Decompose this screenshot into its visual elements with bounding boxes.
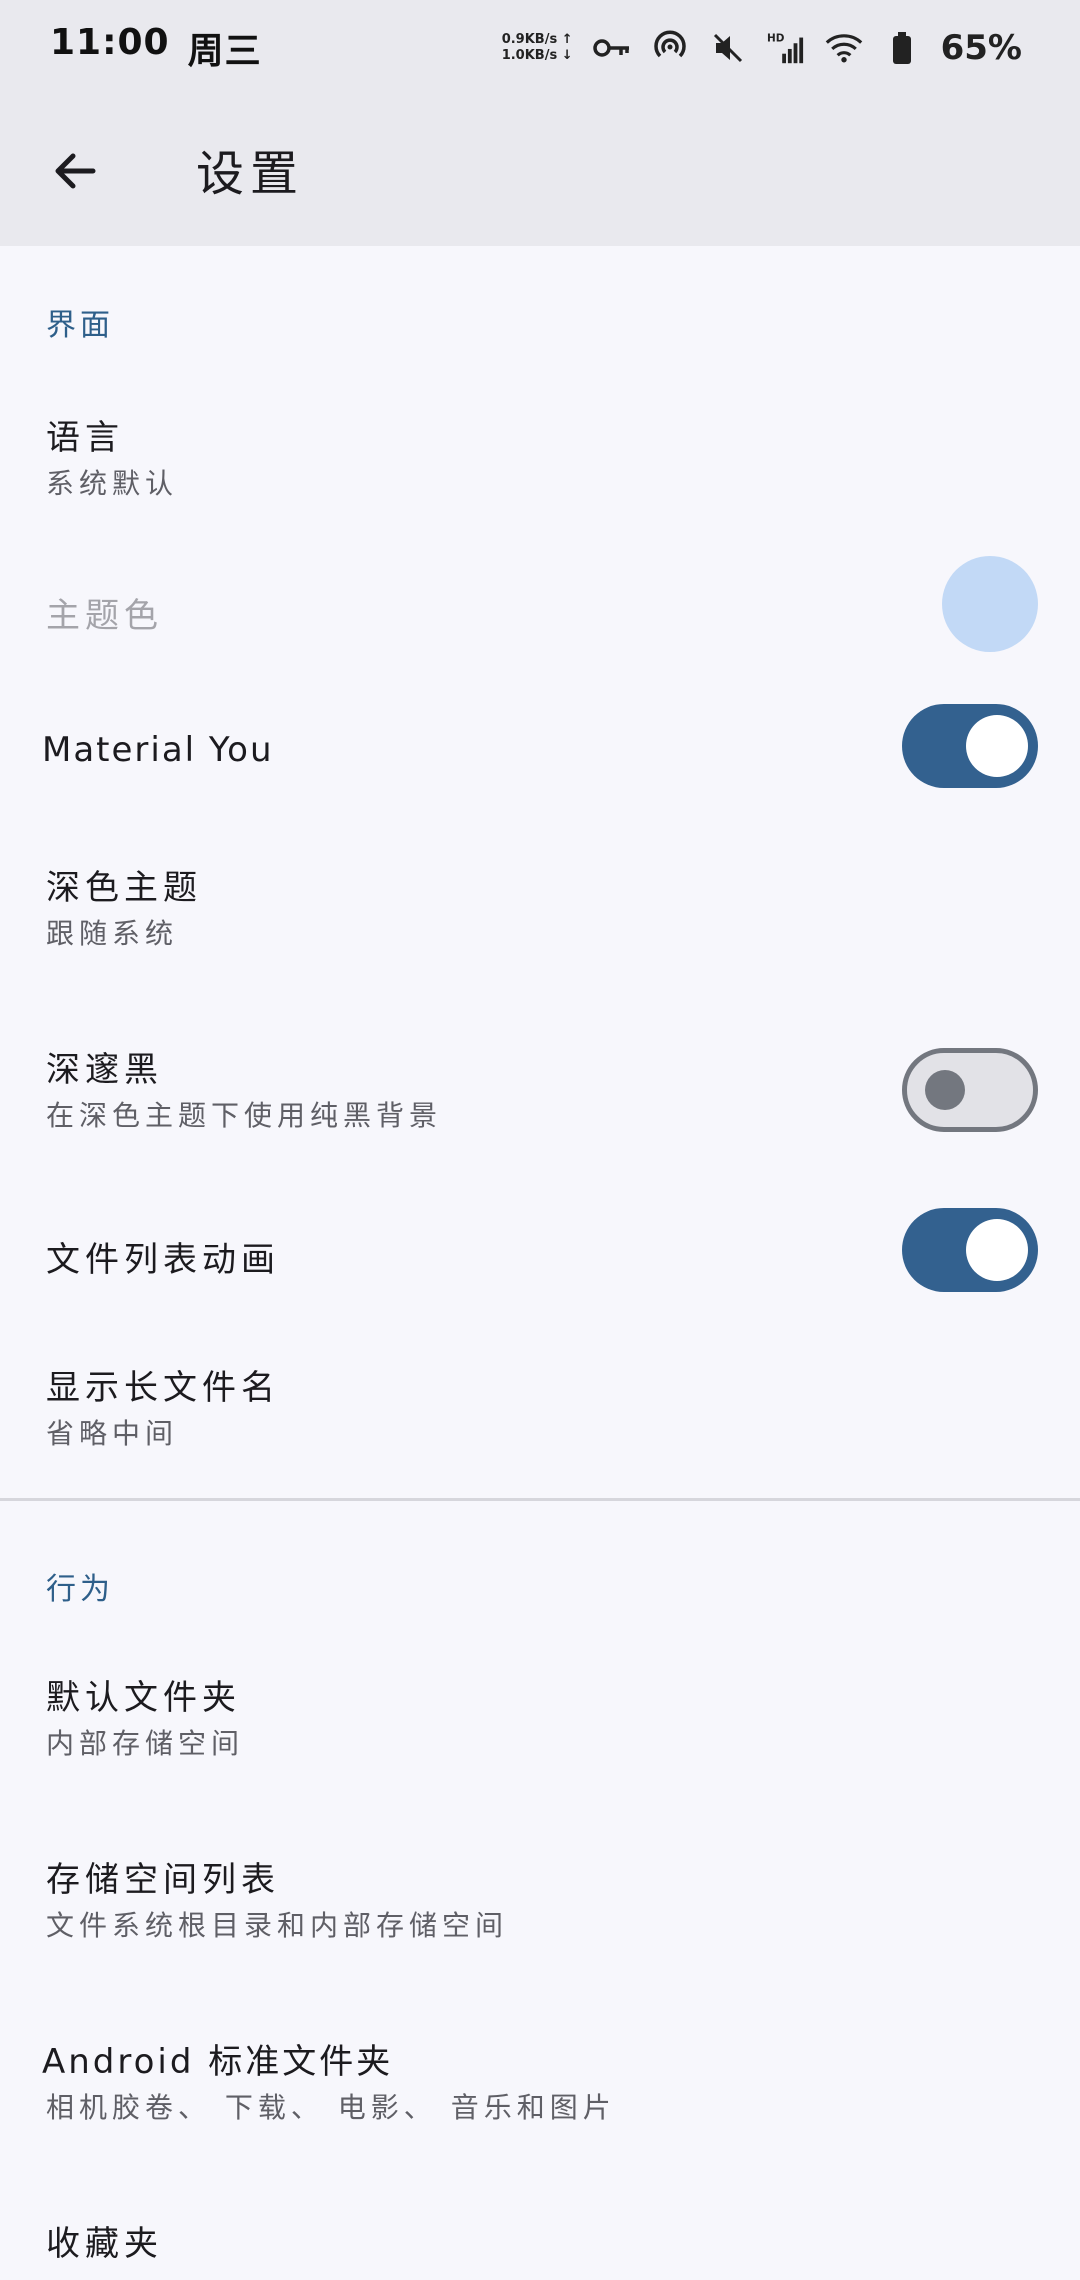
hotspot-icon [651, 29, 689, 67]
setting-long-file-name[interactable]: 显示长文件名 省略中间 [0, 1346, 1080, 1486]
status-icons: 0.9KB/s ↑ 1.0KB/s ↓ HD 65% [502, 28, 1022, 68]
switch-knob [925, 1070, 965, 1110]
setting-storage-list[interactable]: 存储空间列表 文件系统根目录和内部存储空间 [0, 1838, 1080, 1978]
setting-file-list-animation-title: 文件列表动画 [46, 1240, 280, 1280]
net-up: 0.9KB/s ↑ [501, 32, 573, 47]
switch-knob [966, 1219, 1028, 1281]
setting-material-you-title: Material You [42, 730, 274, 770]
setting-long-file-name-title: 显示长文件名 [46, 1368, 280, 1408]
setting-theme-color: 主题色 [0, 546, 1080, 662]
setting-bookmarks-title: 收藏夹 [46, 2224, 163, 2264]
section-header-behavior: 行为 [46, 1572, 114, 1607]
setting-standard-folders[interactable]: Android 标准文件夹 相机胶卷、 下载、 电影、 音乐和图片 [0, 2020, 1080, 2160]
theme-color-swatch [942, 556, 1038, 652]
arrow-back-icon [55, 153, 96, 189]
setting-black-night[interactable]: 深邃黑 在深色主题下使用纯黑背景 [0, 1028, 1080, 1168]
switch-knob [966, 715, 1028, 777]
setting-language-summary: 系统默认 [46, 467, 179, 500]
section-header-interface: 界面 [46, 308, 114, 343]
app-bar: 设置 [0, 96, 1080, 246]
setting-storage-list-title: 存储空间列表 [46, 1860, 280, 1900]
setting-material-you[interactable]: Material You [0, 692, 1080, 802]
setting-language-title: 语言 [46, 418, 124, 458]
back-button[interactable] [40, 136, 110, 206]
setting-storage-list-summary: 文件系统根目录和内部存储空间 [46, 1909, 509, 1942]
setting-standard-folders-summary: 相机胶卷、 下载、 电影、 音乐和图片 [46, 2091, 616, 2124]
setting-standard-folders-title: Android 标准文件夹 [42, 2042, 394, 2082]
setting-bookmarks[interactable]: 收藏夹 [0, 2202, 1080, 2280]
battery-percent: 65% [940, 28, 1022, 68]
setting-dark-theme-title: 深色主题 [46, 868, 202, 908]
setting-black-night-summary: 在深色主题下使用纯黑背景 [46, 1099, 443, 1132]
setting-language[interactable]: 语言 系统默认 [0, 396, 1080, 536]
material-you-switch[interactable] [902, 704, 1038, 788]
setting-theme-color-title: 主题色 [46, 596, 163, 636]
status-time: 11:00 [50, 22, 170, 63]
setting-black-night-title: 深邃黑 [46, 1050, 163, 1090]
setting-default-folder-title: 默认文件夹 [46, 1678, 241, 1718]
setting-default-folder-summary: 内部存储空间 [46, 1727, 245, 1760]
black-night-switch[interactable] [902, 1048, 1038, 1132]
setting-default-folder[interactable]: 默认文件夹 内部存储空间 [0, 1656, 1080, 1796]
page-title: 设置 [196, 146, 305, 202]
setting-dark-theme[interactable]: 深色主题 跟随系统 [0, 846, 1080, 986]
net-speed: 0.9KB/s ↑ 1.0KB/s ↓ [502, 32, 573, 64]
setting-file-list-animation[interactable]: 文件列表动画 [0, 1196, 1080, 1306]
file-list-animation-switch[interactable] [902, 1208, 1038, 1292]
setting-long-file-name-summary: 省略中间 [46, 1417, 179, 1450]
wifi-icon [825, 29, 863, 67]
svg-text:HD: HD [767, 32, 785, 44]
setting-dark-theme-summary: 跟随系统 [46, 917, 179, 950]
hd-signal-icon: HD [767, 29, 805, 67]
mute-icon [709, 29, 747, 67]
status-time-group: 11:00 周三 [50, 22, 262, 74]
net-down: 1.0KB/s ↓ [501, 48, 573, 63]
status-day: 周三 [187, 31, 262, 72]
key-icon [592, 29, 631, 67]
section-divider [0, 1498, 1080, 1501]
battery-icon [883, 29, 921, 67]
status-bar: 11:00 周三 0.9KB/s ↑ 1.0KB/s ↓ HD 65% [0, 0, 1080, 96]
